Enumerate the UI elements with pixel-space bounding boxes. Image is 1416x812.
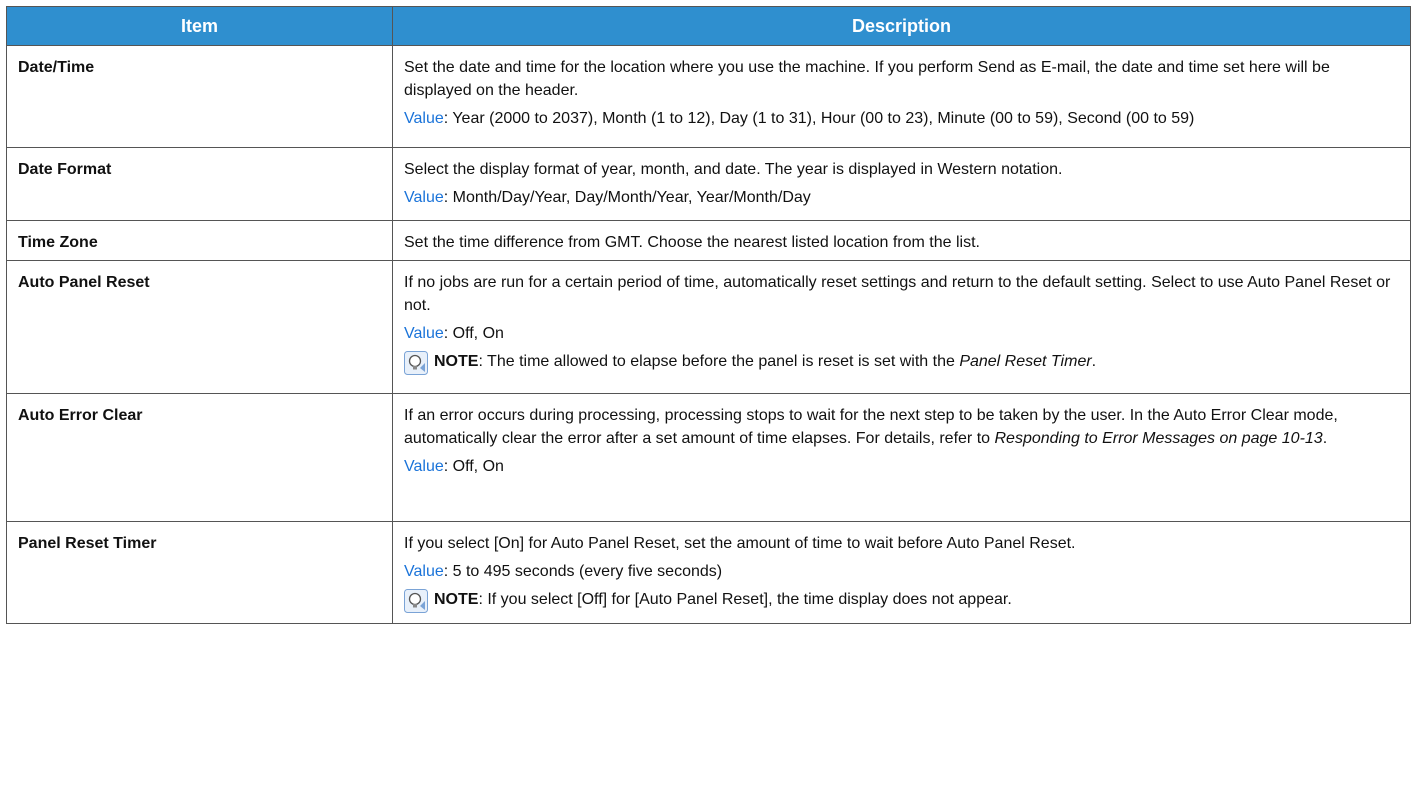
table-row: Panel Reset Timer If you select [On] for… (6, 521, 1411, 624)
note-reference: Panel Reset Timer (959, 353, 1092, 370)
description-reference: Responding to Error Messages on page 10-… (994, 430, 1323, 447)
item-description: Set the time difference from GMT. Choose… (392, 220, 1411, 261)
description-text: Set the date and time for the location w… (404, 59, 1330, 99)
item-name: Panel Reset Timer (6, 521, 393, 624)
column-header-item: Item (6, 6, 393, 46)
note-label: NOTE (434, 353, 479, 370)
description-text: Set the time difference from GMT. Choose… (404, 234, 980, 251)
item-name: Auto Panel Reset (6, 260, 393, 394)
value-label: Value (404, 189, 444, 206)
note-text: : If you select [Off] for [Auto Panel Re… (478, 591, 1012, 608)
value-line: Value: Off, On (404, 322, 1399, 345)
item-name: Date Format (6, 147, 393, 221)
note-text: : The time allowed to elapse before the … (478, 353, 960, 370)
value-text: : Off, On (443, 458, 504, 475)
settings-table-container: Item Description Date/Time Set the date … (6, 6, 1411, 624)
description-text: If no jobs are run for a certain period … (404, 274, 1391, 314)
description-text: If an error occurs during processing, pr… (404, 404, 1399, 450)
item-description: If you select [On] for Auto Panel Reset,… (392, 521, 1411, 624)
note-label: NOTE (434, 591, 479, 608)
note: NOTE: If you select [Off] for [Auto Pane… (404, 588, 1399, 613)
table-row: Auto Panel Reset If no jobs are run for … (6, 260, 1411, 394)
value-line: Value: Year (2000 to 2037), Month (1 to … (404, 107, 1399, 130)
value-label: Value (404, 325, 444, 342)
note-end: . (1091, 353, 1097, 370)
item-name: Time Zone (6, 220, 393, 261)
table-header-row: Item Description (6, 6, 1411, 46)
item-description: Select the display format of year, month… (392, 147, 1411, 221)
table-row: Auto Error Clear If an error occurs duri… (6, 393, 1411, 522)
value-line: Value: 5 to 495 seconds (every five seco… (404, 560, 1399, 583)
item-name: Date/Time (6, 45, 393, 148)
table-row: Date Format Select the display format of… (6, 147, 1411, 221)
item-description: If no jobs are run for a certain period … (392, 260, 1411, 394)
value-label: Value (404, 458, 444, 475)
description-text: If you select [On] for Auto Panel Reset,… (404, 535, 1076, 552)
table-row: Time Zone Set the time difference from G… (6, 220, 1411, 261)
value-text: : 5 to 495 seconds (every five seconds) (443, 563, 723, 580)
description-text: Select the display format of year, month… (404, 161, 1063, 178)
settings-table: Item Description Date/Time Set the date … (6, 6, 1411, 624)
description-end: . (1322, 430, 1328, 447)
item-description: Set the date and time for the location w… (392, 45, 1411, 148)
table-row: Date/Time Set the date and time for the … (6, 45, 1411, 148)
value-label: Value (404, 563, 444, 580)
note-lightbulb-icon (404, 351, 428, 375)
item-description: If an error occurs during processing, pr… (392, 393, 1411, 522)
note: NOTE: The time allowed to elapse before … (404, 350, 1399, 375)
item-name: Auto Error Clear (6, 393, 393, 522)
value-text: : Year (2000 to 2037), Month (1 to 12), … (443, 110, 1195, 127)
note-lightbulb-icon (404, 589, 428, 613)
value-line: Value: Month/Day/Year, Day/Month/Year, Y… (404, 186, 1399, 209)
value-line: Value: Off, On (404, 455, 1399, 478)
column-header-description: Description (392, 6, 1411, 46)
value-text: : Month/Day/Year, Day/Month/Year, Year/M… (443, 189, 811, 206)
value-label: Value (404, 110, 444, 127)
value-text: : Off, On (443, 325, 504, 342)
